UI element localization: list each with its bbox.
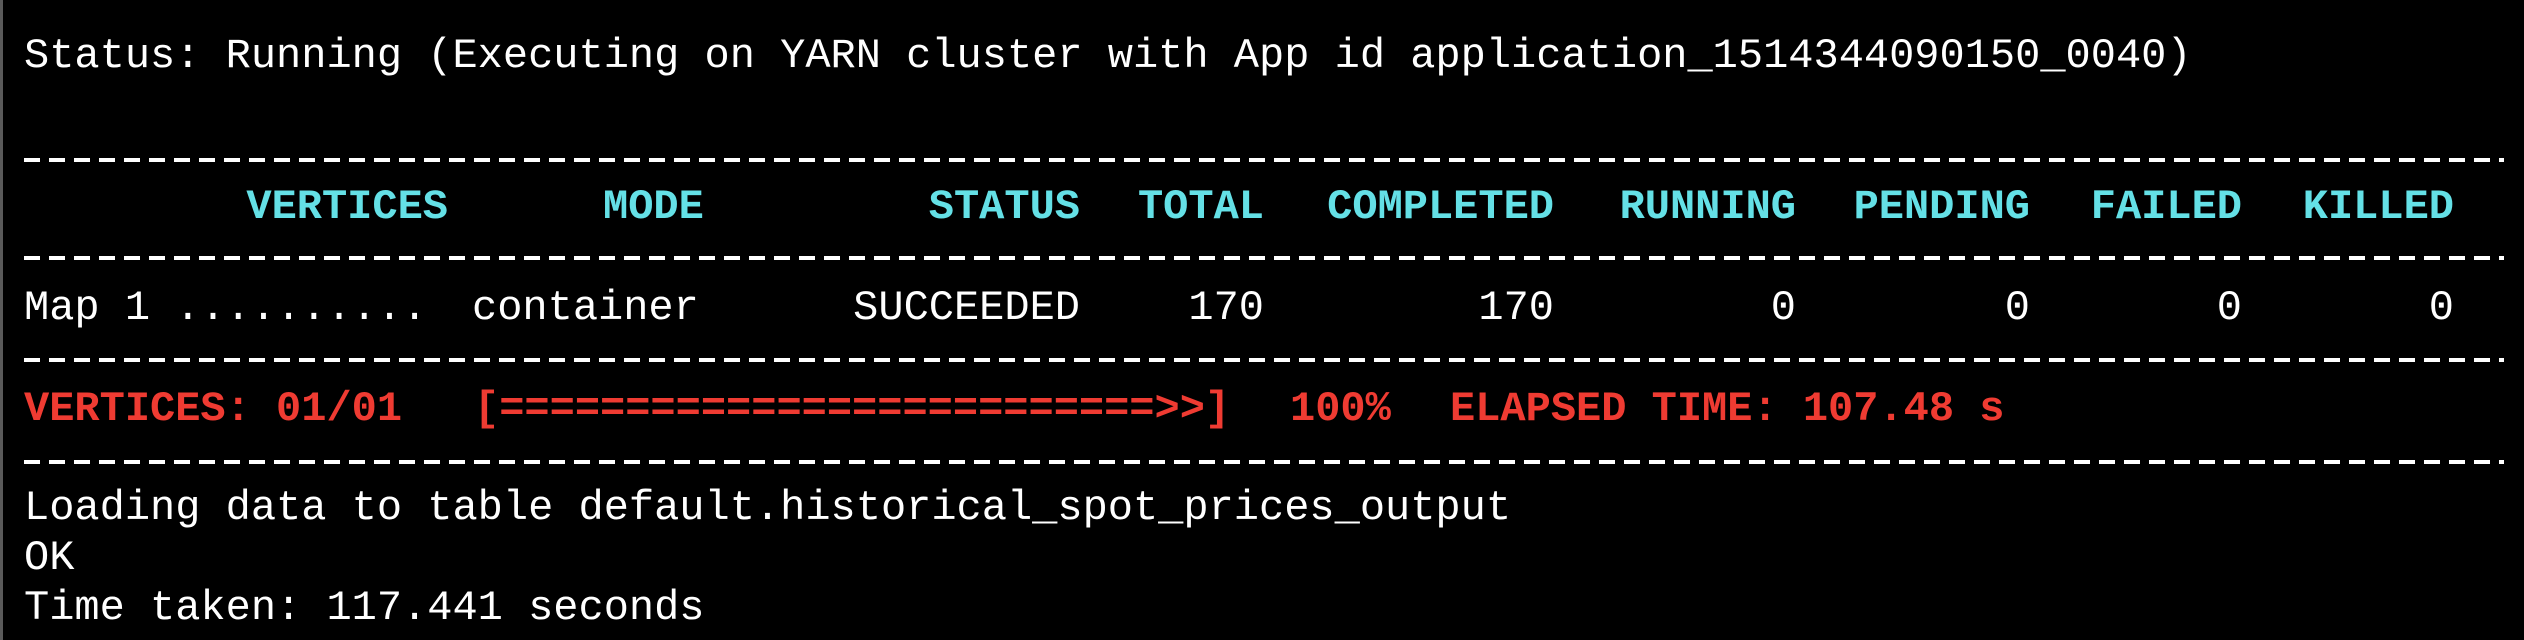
status-line: Status: Running (Executing on YARN clust…: [24, 32, 2192, 80]
cell-completed: 170: [1478, 284, 1554, 332]
cell-total: 170: [1188, 284, 1264, 332]
cell-running: 0: [1770, 284, 1796, 332]
cell-vertex: Map 1 ..........: [24, 284, 428, 332]
output-line-loading: Loading data to table default.historical…: [24, 484, 1512, 532]
terminal-window[interactable]: Status: Running (Executing on YARN clust…: [0, 0, 2524, 640]
output-line-time-taken: Time taken: 117.441 seconds: [24, 584, 705, 632]
separator-top: [24, 157, 2504, 163]
separator-header: [24, 255, 2504, 261]
cell-status: SUCCEEDED: [853, 284, 1080, 332]
cell-pending: 0: [2004, 284, 2030, 332]
header-killed: KILLED: [2302, 183, 2454, 231]
separator-bottom: [24, 459, 2504, 465]
header-running: RUNNING: [1619, 183, 1796, 231]
cell-failed: 0: [2216, 284, 2242, 332]
header-total: TOTAL: [1137, 183, 1264, 231]
window-edge: [0, 0, 3, 640]
vertices-progress: VERTICES: 01/01: [24, 385, 403, 433]
output-line-ok: OK: [24, 534, 75, 582]
separator-row: [24, 357, 2504, 363]
progress-bar: [==========================>>]: [474, 385, 1231, 433]
progress-percent: 100%: [1290, 385, 1391, 433]
header-vertices: VERTICES: [246, 183, 448, 231]
cell-killed: 0: [2428, 284, 2454, 332]
header-mode: MODE: [603, 183, 704, 231]
elapsed-time: ELAPSED TIME: 107.48 s: [1450, 385, 2005, 433]
cell-mode: container: [472, 284, 699, 332]
header-failed: FAILED: [2090, 183, 2242, 231]
header-pending: PENDING: [1853, 183, 2030, 231]
header-status: STATUS: [928, 183, 1080, 231]
header-completed: COMPLETED: [1327, 183, 1554, 231]
